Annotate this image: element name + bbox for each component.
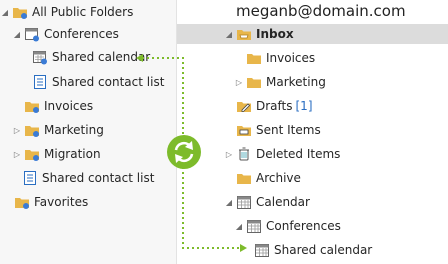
sync-arrow-left-icon bbox=[136, 54, 143, 62]
sync-arrow-right-icon bbox=[240, 244, 247, 252]
sync-connector bbox=[136, 54, 247, 252]
sync-icon bbox=[167, 135, 201, 169]
